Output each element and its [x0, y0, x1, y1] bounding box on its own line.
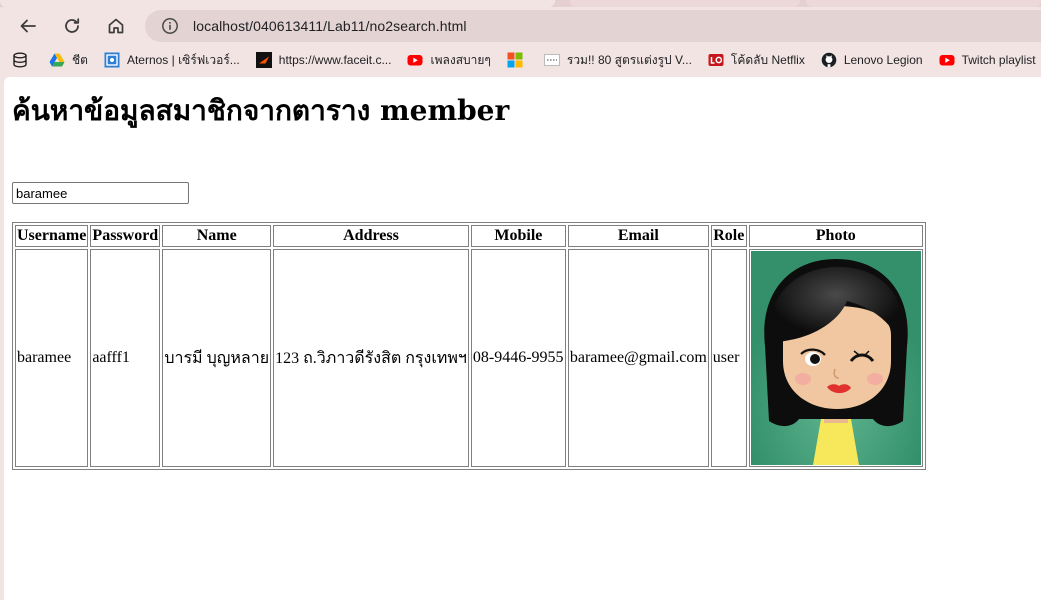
google-drive-icon [49, 52, 65, 68]
page-viewport: ค้นหาข้อมูลสมาชิกจากตาราง member Usernam… [4, 77, 1041, 600]
bookmarks-bar: ชีต Aternos | เซิร์ฟเวอร์... https://www… [0, 45, 1041, 75]
browser-toolbar: localhost/040613411/Lab11/no2search.html [0, 7, 1041, 45]
reload-button[interactable] [56, 10, 88, 42]
cell-role: user [710, 249, 747, 467]
cell-password: aafff1 [90, 249, 161, 467]
cell-mobile: 08-9446-9955 [470, 249, 566, 467]
cell-address: 123 ถ.วิภาวดีรังสิต กรุงเทพฯ [273, 249, 469, 467]
microsoft-icon [507, 52, 523, 68]
bookmark-label: โค้ดลับ Netflix [730, 52, 805, 67]
cell-username: baramee [15, 249, 89, 467]
bookmark-lenovo-legion[interactable]: Lenovo Legion [821, 48, 923, 72]
bookmark-sheet[interactable]: ชีต [49, 48, 88, 72]
bookmark-youtube-music[interactable]: เพลงสบายๆ [407, 48, 491, 72]
page-title: ค้นหาข้อมูลสมาชิกจากตาราง member [12, 94, 510, 127]
table-header-row: Username Password Name Address Mobile Em… [15, 225, 923, 247]
column-header-role: Role [710, 225, 747, 247]
home-button[interactable] [100, 10, 132, 42]
column-header-address: Address [273, 225, 469, 247]
tab-active[interactable] [0, 0, 555, 7]
reload-icon [65, 18, 80, 33]
youtube-icon [407, 52, 423, 68]
bookmark-label: เพลงสบายๆ [430, 52, 491, 67]
member-table: Username Password Name Address Mobile Em… [12, 222, 926, 470]
tab-inactive[interactable] [806, 0, 1041, 7]
bookmark-twitch-playlist[interactable]: Twitch playlist [939, 48, 1036, 72]
cell-photo [748, 249, 923, 467]
faceit-icon [255, 52, 272, 68]
bookmark-aternos[interactable]: Aternos | เซิร์ฟเวอร์... [104, 48, 240, 72]
bookmark-faceit[interactable]: https://www.faceit.c... [255, 48, 392, 72]
lo-icon [708, 52, 724, 68]
bookmark-netflix-codes[interactable]: โค้ดลับ Netflix [708, 48, 805, 72]
column-header-photo: Photo [748, 225, 923, 247]
bookmark-microsoft[interactable] [507, 48, 530, 72]
youtube-icon [939, 52, 955, 68]
member-photo [750, 251, 921, 465]
github-icon [821, 52, 837, 68]
column-header-name: Name [162, 225, 272, 247]
bookmark-label: Aternos | เซิร์ฟเวอร์... [126, 52, 240, 67]
site-info-icon[interactable] [161, 17, 179, 35]
page-icon [543, 52, 560, 68]
bookmark-label: รวม!! 80 สูตรแต่งรูป V... [566, 52, 692, 67]
tab-strip [0, 0, 1041, 7]
address-bar[interactable]: localhost/040613411/Lab11/no2search.html [145, 10, 1041, 42]
column-header-email: Email [567, 225, 709, 247]
bookmark-label: Twitch playlist [961, 53, 1036, 67]
back-arrow-icon [20, 19, 36, 33]
cell-email: baramee@gmail.com [567, 249, 709, 467]
search-input[interactable] [12, 182, 189, 204]
bookmark-label: Lenovo Legion [843, 53, 923, 67]
cell-name: บารมี บุญหลาย [162, 249, 272, 467]
back-button[interactable] [12, 10, 44, 42]
column-header-password: Password [90, 225, 161, 247]
home-icon [108, 18, 124, 34]
bookmark-label: ชีต [72, 52, 88, 67]
aternos-icon [104, 52, 120, 68]
url-text: localhost/040613411/Lab11/no2search.html [193, 18, 467, 34]
column-header-username: Username [15, 225, 89, 247]
tab-inactive[interactable] [570, 0, 800, 7]
table-row: baramee aafff1 บารมี บุญหลาย 123 ถ.วิภาว… [15, 249, 923, 467]
column-header-mobile: Mobile [470, 225, 566, 247]
database-icon [12, 52, 28, 68]
bookmark-database[interactable] [12, 48, 35, 72]
bookmark-photo-recipes[interactable]: รวม!! 80 สูตรแต่งรูป V... [543, 48, 692, 72]
bookmark-label: https://www.faceit.c... [278, 53, 392, 67]
